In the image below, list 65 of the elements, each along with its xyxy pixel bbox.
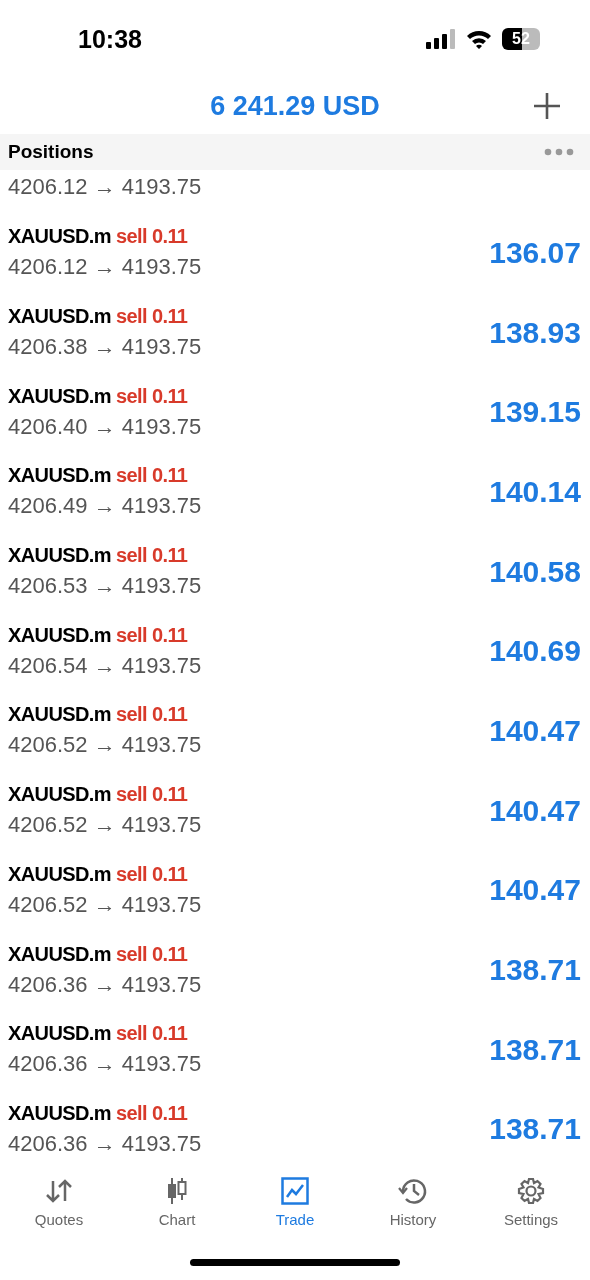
symbol-name: XAUUSD.m (8, 464, 111, 488)
status-time: 10:38 (78, 24, 142, 54)
candlestick-icon (165, 1177, 189, 1206)
order-side: sell 0.11 (116, 384, 188, 408)
order-side: sell 0.11 (116, 305, 188, 329)
more-icon[interactable] (544, 148, 574, 156)
price-range: 4206.49 → 4193.75 (8, 493, 202, 520)
symbol-name: XAUUSD.m (8, 305, 111, 329)
symbol-name: XAUUSD.m (8, 703, 111, 727)
signal-icon (426, 29, 456, 49)
price-range: 4206.52 → 4193.75 (8, 732, 202, 759)
order-side: sell 0.11 (116, 1022, 188, 1046)
symbol-name: XAUUSD.m (8, 862, 111, 886)
wifi-icon (466, 29, 492, 49)
price-range: 4206.36 → 4193.75 (8, 1130, 202, 1157)
section-title: Positions (8, 141, 94, 163)
profit-value: 139.15 (489, 395, 581, 430)
settings-icon (517, 1177, 545, 1206)
profit-value: 138.93 (489, 315, 581, 350)
price-range: 4206.12 → 4193.75 (8, 254, 202, 281)
nav-tab[interactable]: Trade (240, 1177, 350, 1250)
order-side: sell 0.11 (116, 783, 188, 807)
price-range: 4206.36 → 4193.75 (8, 1051, 202, 1078)
profit-value: 138.71 (489, 1032, 581, 1067)
order-side: sell 0.11 (116, 225, 188, 249)
account-balance: 6 241.29 USD (210, 90, 380, 122)
price-range: 4206.52 → 4193.75 (8, 891, 202, 918)
order-side: sell 0.11 (116, 464, 188, 488)
nav-tab[interactable]: History (358, 1177, 468, 1250)
price-range: 4206.40 → 4193.75 (8, 413, 202, 440)
symbol-name: XAUUSD.m (8, 942, 111, 966)
profit-value: 140.58 (489, 554, 581, 589)
symbol-name: XAUUSD.m (8, 783, 111, 807)
profit-value: 140.69 (489, 634, 581, 669)
symbol-name: XAUUSD.m (8, 225, 111, 249)
nav-tab[interactable]: Chart (122, 1177, 232, 1250)
symbol-name: XAUUSD.m (8, 1101, 111, 1125)
price-range: 4206.53 → 4193.75 (8, 573, 202, 600)
symbol-name: XAUUSD.m (8, 384, 111, 408)
profit-value: 140.14 (489, 474, 581, 509)
price-range: 4206.54 → 4193.75 (8, 652, 202, 679)
nav-tab[interactable]: Quotes (4, 1177, 114, 1250)
order-side: sell 0.11 (116, 623, 188, 647)
order-side: sell 0.11 (116, 544, 188, 568)
price-range: 4206.52 → 4193.75 (8, 812, 202, 839)
profit-value: 136.07 (489, 235, 581, 270)
add-icon[interactable] (533, 92, 561, 120)
symbol-name: XAUUSD.m (8, 1022, 111, 1046)
profit-value: 140.47 (489, 873, 581, 908)
trend-chart-icon (281, 1177, 309, 1206)
nav-tab[interactable]: Settings (476, 1177, 586, 1250)
order-side: sell 0.11 (116, 1101, 188, 1125)
order-side: sell 0.11 (116, 942, 188, 966)
symbol-name: XAUUSD.m (8, 623, 111, 647)
symbol-name: XAUUSD.m (8, 544, 111, 568)
order-side: sell 0.11 (116, 703, 188, 727)
profit-value: 140.47 (489, 713, 581, 748)
price-range: 4206.36 → 4193.75 (8, 971, 202, 998)
history-icon (398, 1177, 428, 1206)
profit-value: 138.71 (489, 1112, 581, 1147)
profit-value: 140.47 (489, 793, 581, 828)
price-range: 4206.38 → 4193.75 (8, 334, 202, 361)
profit-value: 138.71 (489, 953, 581, 988)
order-side: sell 0.11 (116, 862, 188, 886)
price-range: 4206.12 → 4193.75 (8, 173, 202, 200)
